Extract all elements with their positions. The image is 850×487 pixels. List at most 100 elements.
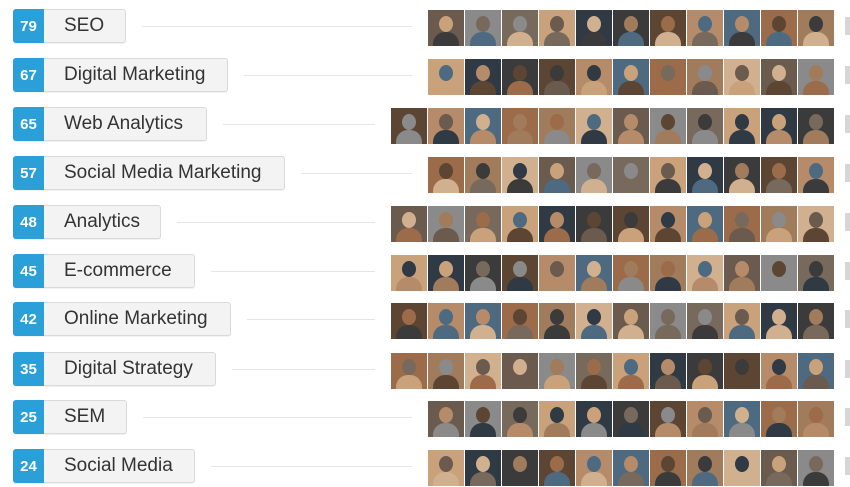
endorser-photo-icon[interactable] [428, 157, 464, 193]
endorser-photo-icon[interactable] [539, 59, 575, 95]
endorser-photo-icon[interactable] [798, 255, 834, 291]
skill-button[interactable]: 65 Web Analytics [13, 107, 207, 141]
skill-button[interactable]: 25 SEM [13, 400, 127, 434]
endorser-photo-icon[interactable] [650, 206, 686, 242]
endorser-photo-icon[interactable] [428, 255, 464, 291]
endorser-photo-icon[interactable] [465, 206, 501, 242]
endorser-photo-icon[interactable] [465, 157, 501, 193]
endorser-photo-icon[interactable] [724, 303, 760, 339]
endorser-photo-icon[interactable] [428, 401, 464, 437]
skill-button[interactable]: 35 Digital Strategy [13, 352, 216, 386]
endorser-photo-icon[interactable] [576, 157, 612, 193]
endorser-photo-icon[interactable] [465, 10, 501, 46]
endorser-photo-icon[interactable] [502, 353, 538, 389]
endorser-photo-icon[interactable] [465, 401, 501, 437]
endorser-photo-icon[interactable] [613, 10, 649, 46]
endorser-photo-icon[interactable] [650, 450, 686, 486]
endorser-photo-icon[interactable] [761, 450, 797, 486]
endorser-photo-icon[interactable] [428, 59, 464, 95]
endorser-photo-icon[interactable] [576, 353, 612, 389]
endorser-photo-icon[interactable] [428, 450, 464, 486]
endorser-photo-icon[interactable] [391, 255, 427, 291]
skill-button[interactable]: 57 Social Media Marketing [13, 156, 285, 190]
endorser-photo-icon[interactable] [761, 157, 797, 193]
endorser-photo-icon[interactable] [650, 353, 686, 389]
endorser-photo-icon[interactable] [465, 450, 501, 486]
skill-button[interactable]: 79 SEO [13, 9, 126, 43]
endorser-photo-icon[interactable] [687, 353, 723, 389]
endorser-photo-icon[interactable] [539, 206, 575, 242]
endorser-photo-icon[interactable] [502, 59, 538, 95]
endorser-photo-icon[interactable] [465, 255, 501, 291]
endorser-photo-icon[interactable] [761, 206, 797, 242]
endorser-photo-icon[interactable] [761, 401, 797, 437]
endorser-photo-icon[interactable] [613, 108, 649, 144]
endorser-photo-icon[interactable] [798, 206, 834, 242]
endorser-photo-icon[interactable] [724, 401, 760, 437]
endorser-photo-icon[interactable] [798, 157, 834, 193]
skill-button[interactable]: 67 Digital Marketing [13, 58, 228, 92]
skill-button[interactable]: 48 Analytics [13, 205, 161, 239]
endorser-photo-icon[interactable] [502, 157, 538, 193]
endorser-photo-icon[interactable] [502, 10, 538, 46]
endorser-photo-icon[interactable] [502, 255, 538, 291]
endorser-photo-icon[interactable] [798, 303, 834, 339]
endorser-photo-icon[interactable] [502, 108, 538, 144]
endorser-photo-icon[interactable] [650, 108, 686, 144]
endorser-photo-icon[interactable] [465, 59, 501, 95]
endorser-photo-icon[interactable] [650, 59, 686, 95]
endorser-photo-icon[interactable] [539, 157, 575, 193]
endorser-photo-icon[interactable] [576, 206, 612, 242]
endorser-photo-icon[interactable] [798, 10, 834, 46]
endorser-photo-icon[interactable] [576, 108, 612, 144]
endorser-photo-icon[interactable] [576, 303, 612, 339]
endorser-photo-icon[interactable] [798, 108, 834, 144]
endorser-photo-icon[interactable] [502, 206, 538, 242]
endorser-photo-icon[interactable] [391, 108, 427, 144]
endorser-photo-icon[interactable] [613, 450, 649, 486]
endorser-photo-icon[interactable] [687, 59, 723, 95]
endorser-photo-icon[interactable] [428, 206, 464, 242]
endorser-photo-icon[interactable] [539, 401, 575, 437]
endorser-photo-icon[interactable] [613, 353, 649, 389]
endorser-photo-icon[interactable] [687, 255, 723, 291]
endorser-photo-icon[interactable] [687, 206, 723, 242]
endorser-photo-icon[interactable] [539, 10, 575, 46]
endorser-photo-icon[interactable] [761, 10, 797, 46]
endorser-photo-icon[interactable] [650, 157, 686, 193]
endorser-photo-icon[interactable] [502, 450, 538, 486]
endorser-photo-icon[interactable] [613, 206, 649, 242]
endorser-photo-icon[interactable] [428, 108, 464, 144]
endorser-photo-icon[interactable] [724, 59, 760, 95]
endorser-photo-icon[interactable] [391, 303, 427, 339]
endorser-photo-icon[interactable] [539, 255, 575, 291]
endorser-photo-icon[interactable] [613, 401, 649, 437]
endorser-photo-icon[interactable] [576, 450, 612, 486]
endorser-photo-icon[interactable] [428, 303, 464, 339]
endorser-photo-icon[interactable] [502, 401, 538, 437]
endorser-photo-icon[interactable] [539, 108, 575, 144]
endorser-photo-icon[interactable] [613, 303, 649, 339]
endorser-photo-icon[interactable] [576, 59, 612, 95]
endorser-photo-icon[interactable] [798, 450, 834, 486]
endorser-photo-icon[interactable] [613, 59, 649, 95]
skill-button[interactable]: 24 Social Media [13, 449, 195, 483]
endorser-photo-icon[interactable] [650, 303, 686, 339]
endorser-photo-icon[interactable] [724, 450, 760, 486]
endorser-photo-icon[interactable] [502, 303, 538, 339]
endorser-photo-icon[interactable] [576, 10, 612, 46]
endorser-photo-icon[interactable] [761, 59, 797, 95]
endorser-photo-icon[interactable] [724, 108, 760, 144]
endorser-photo-icon[interactable] [687, 10, 723, 46]
endorser-photo-icon[interactable] [687, 157, 723, 193]
endorser-photo-icon[interactable] [539, 450, 575, 486]
endorser-photo-icon[interactable] [650, 401, 686, 437]
skill-button[interactable]: 45 E-commerce [13, 254, 195, 288]
endorser-photo-icon[interactable] [761, 108, 797, 144]
endorser-photo-icon[interactable] [724, 157, 760, 193]
endorser-photo-icon[interactable] [391, 353, 427, 389]
endorser-photo-icon[interactable] [687, 401, 723, 437]
endorser-photo-icon[interactable] [798, 353, 834, 389]
endorser-photo-icon[interactable] [613, 255, 649, 291]
endorser-photo-icon[interactable] [465, 108, 501, 144]
